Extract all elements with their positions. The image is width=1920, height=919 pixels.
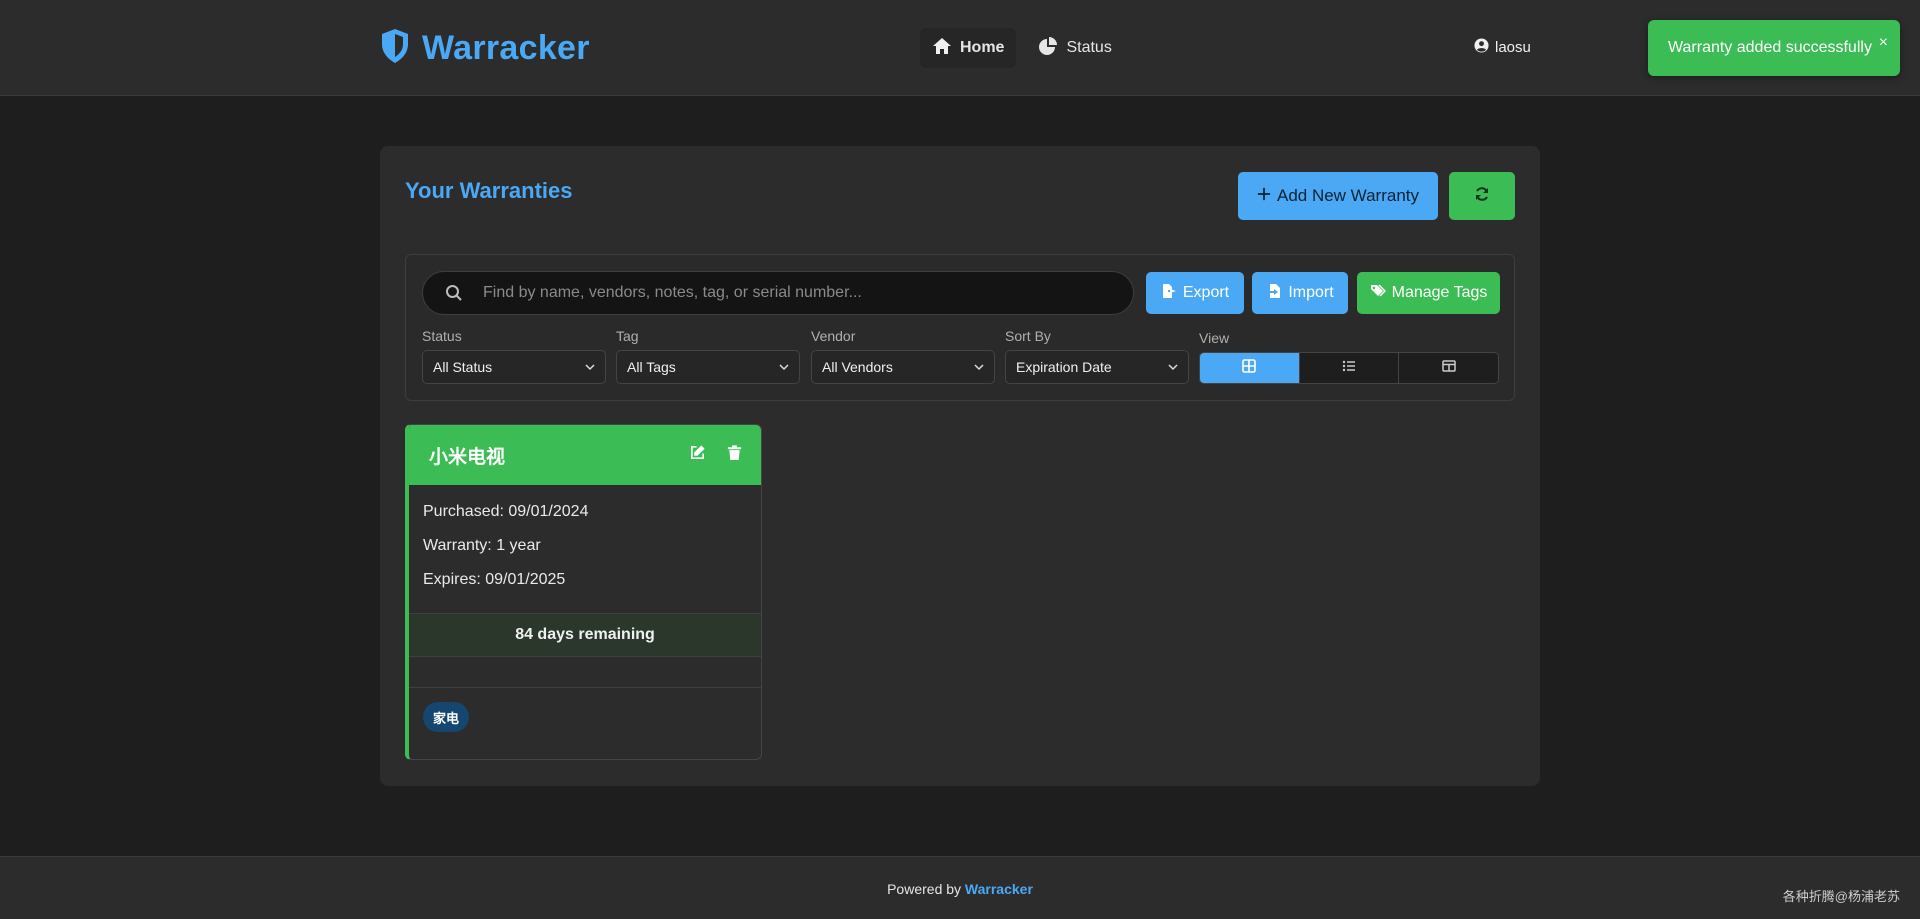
username: laosu	[1495, 39, 1531, 56]
view-filter-label: View	[1199, 330, 1230, 346]
pie-chart-icon	[1038, 36, 1058, 61]
search-box	[422, 271, 1134, 315]
warranties-panel: Your Warranties Add New Warranty Export	[380, 146, 1540, 786]
import-button[interactable]: Import	[1252, 272, 1348, 314]
warranty-actions	[689, 444, 743, 466]
shield-icon	[380, 28, 410, 69]
nav-status[interactable]: Status	[1026, 28, 1123, 68]
days-remaining: 84 days remaining	[409, 613, 761, 657]
tag-select[interactable]: All Tags	[616, 350, 800, 384]
user-menu[interactable]: laosu	[1474, 38, 1531, 57]
brand-name: Warracker	[422, 29, 590, 67]
tag-select-value: All Tags	[627, 359, 676, 375]
import-label: Import	[1288, 284, 1334, 301]
purchased-date: Purchased: 09/01/2024	[423, 503, 589, 520]
app-header: Warracker Home Status laosu	[0, 0, 1920, 96]
footer-credit: Powered by Warracker	[0, 881, 1920, 897]
manage-tags-button[interactable]: Manage Tags	[1357, 272, 1500, 314]
sort-filter: Sort By Expiration Date	[1005, 328, 1189, 384]
view-filter: View	[1199, 330, 1499, 384]
sort-select[interactable]: Expiration Date	[1005, 350, 1189, 384]
sort-select-value: Expiration Date	[1016, 359, 1112, 375]
add-warranty-label: Add New Warranty	[1276, 186, 1420, 205]
table-view-button[interactable]	[1399, 353, 1498, 383]
nav-home-label: Home	[960, 39, 1005, 56]
tag-pill[interactable]: 家电	[423, 702, 470, 732]
footer-prefix: Powered by	[887, 881, 962, 897]
tag-filter: Tag All Tags	[616, 328, 800, 384]
edit-icon[interactable]	[689, 444, 706, 466]
warranty-name: 小米电视	[429, 446, 506, 468]
status-filter: Status All Status	[422, 328, 606, 384]
toast-message: Warranty added successfully	[1668, 39, 1872, 56]
file-export-icon	[1161, 283, 1177, 304]
export-label: Export	[1182, 284, 1230, 301]
search-input[interactable]	[483, 272, 1123, 314]
list-icon	[1342, 359, 1356, 378]
card-divider	[409, 657, 761, 688]
tag-filter-label: Tag	[616, 328, 639, 344]
toast-close-button[interactable]: ×	[1879, 34, 1888, 52]
warranty-card[interactable]: 小米电视 Purchased: 09/01/2024 Warranty: 1 y…	[405, 424, 762, 760]
watermark: 各种折腾@杨浦老苏	[1782, 889, 1900, 904]
expiry-date: Expires: 09/01/2025	[423, 571, 566, 588]
vendor-select[interactable]: All Vendors	[811, 350, 995, 384]
list-view-button[interactable]	[1299, 353, 1400, 383]
file-import-icon	[1266, 283, 1282, 304]
chevron-down-icon	[1168, 359, 1178, 375]
refresh-icon	[1474, 186, 1490, 207]
vendor-filter-label: Vendor	[811, 328, 856, 344]
status-select[interactable]: All Status	[422, 350, 606, 384]
page-title: Your Warranties	[405, 178, 573, 203]
table-icon	[1441, 359, 1456, 378]
brand[interactable]: Warracker	[380, 28, 590, 69]
main-nav: Home Status	[920, 28, 1124, 68]
status-filter-label: Status	[422, 328, 462, 344]
success-toast: Warranty added successfully ×	[1648, 20, 1900, 76]
footer-link[interactable]: Warracker	[965, 881, 1033, 897]
chevron-down-icon	[585, 359, 595, 375]
warranty-details: Purchased: 09/01/2024 Warranty: 1 year E…	[409, 485, 761, 613]
vendor-filter: Vendor All Vendors	[811, 328, 995, 384]
chevron-down-icon	[974, 359, 984, 375]
add-warranty-button[interactable]: Add New Warranty	[1238, 172, 1438, 220]
view-toggle	[1199, 352, 1499, 384]
nav-status-label: Status	[1066, 39, 1112, 56]
export-button[interactable]: Export	[1146, 272, 1244, 314]
refresh-button[interactable]	[1449, 172, 1515, 220]
vendor-select-value: All Vendors	[822, 359, 893, 375]
app-footer: Powered by Warracker 各种折腾@杨浦老苏	[0, 856, 1920, 919]
warranty-card-header: 小米电视	[409, 425, 761, 485]
tags-icon	[1370, 283, 1386, 304]
home-icon	[932, 36, 952, 61]
sort-filter-label: Sort By	[1005, 328, 1051, 344]
warranty-tags: 家电	[409, 688, 761, 746]
chevron-down-icon	[779, 359, 789, 375]
manage-tags-label: Manage Tags	[1391, 284, 1488, 301]
filter-bar: Export Import Manage Tags Status All Sta…	[405, 254, 1515, 401]
plus-icon	[1257, 186, 1271, 206]
warranty-length: Warranty: 1 year	[423, 537, 541, 554]
status-select-value: All Status	[433, 359, 493, 375]
user-circle-icon	[1474, 38, 1489, 57]
grid-icon	[1242, 358, 1257, 378]
nav-home[interactable]: Home	[920, 28, 1017, 68]
grid-view-button[interactable]	[1200, 353, 1300, 383]
trash-icon[interactable]	[726, 444, 743, 466]
